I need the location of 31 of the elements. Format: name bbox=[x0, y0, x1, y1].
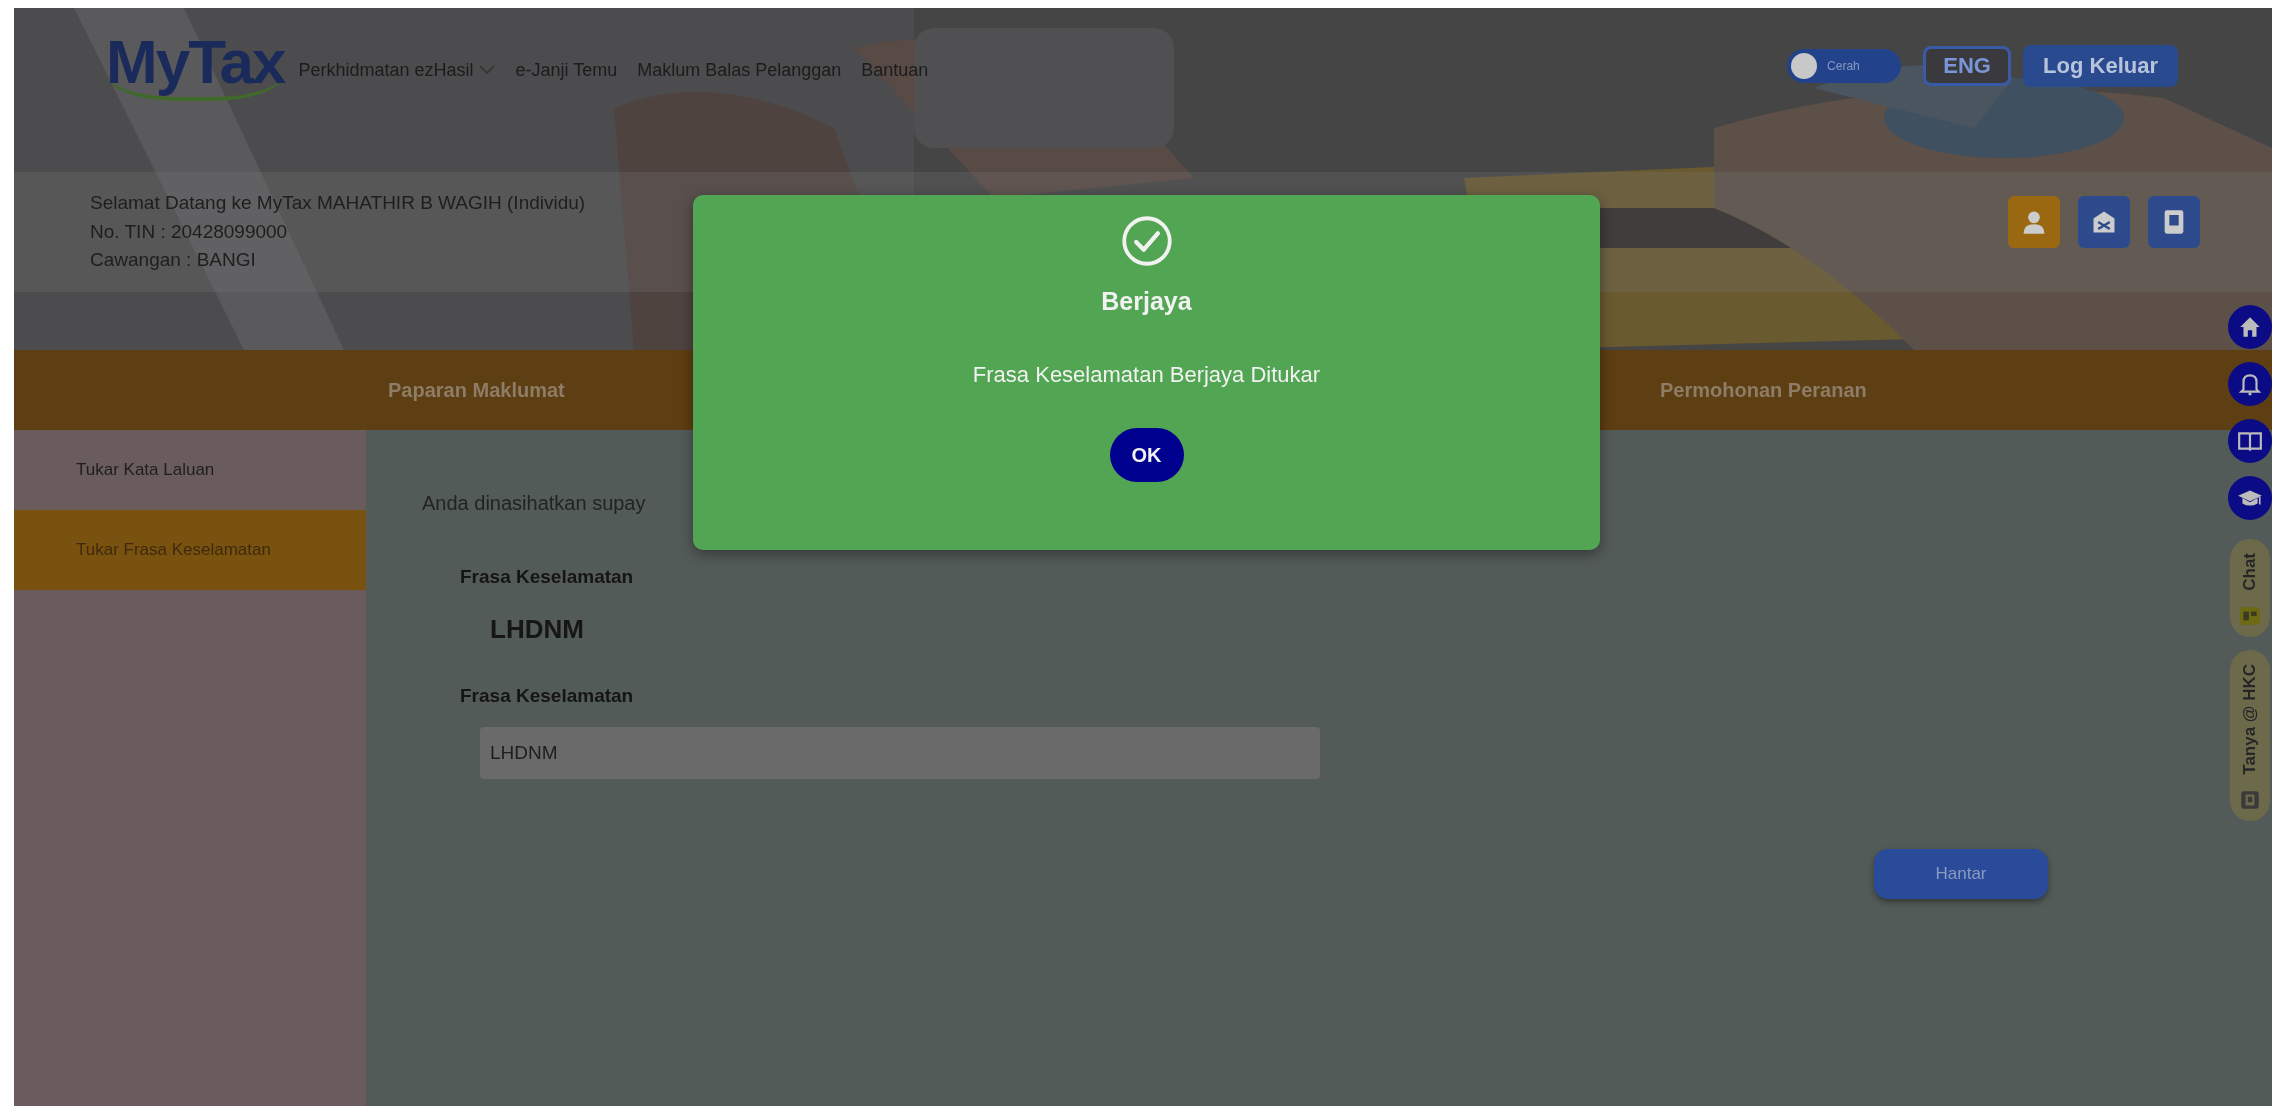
profile-button[interactable] bbox=[2008, 196, 2060, 248]
dialog-title: Berjaya bbox=[1101, 287, 1192, 316]
mail-button[interactable] bbox=[2078, 196, 2130, 248]
chat-icon bbox=[2239, 604, 2261, 627]
mytax-logo[interactable]: MyTax bbox=[106, 31, 285, 101]
id-card-icon bbox=[2239, 788, 2261, 811]
main-menu-tab[interactable]: Permohonan Peranan bbox=[1660, 378, 1867, 402]
sidebar-item[interactable]: Tukar Frasa Keselamatan bbox=[14, 510, 366, 590]
tin-text: No. TIN : 20428099000 bbox=[90, 219, 289, 244]
submit-button[interactable]: Hantar bbox=[1874, 849, 2048, 899]
language-button[interactable]: ENG bbox=[1923, 46, 2012, 86]
current-phrase: LHDNM bbox=[490, 614, 584, 645]
notice-text: Anda dinasihatkan supay bbox=[422, 492, 646, 516]
phrase-input[interactable]: LHDNM bbox=[480, 727, 1320, 779]
nav-link[interactable]: Bantuan bbox=[861, 59, 929, 81]
welcome-text: Selamat Datang ke MyTax MAHATHIR B WAGIH (Individu) bbox=[90, 191, 586, 216]
theme-toggle[interactable]: Cerah bbox=[1787, 49, 1902, 83]
chat-tab[interactable]: Chat bbox=[2230, 539, 2270, 637]
branch-text: Cawangan : BANGI bbox=[90, 248, 257, 273]
sidebar-item[interactable]: Tukar Kata Laluan bbox=[14, 430, 366, 510]
main-menu-tab[interactable]: Paparan Maklumat bbox=[388, 378, 565, 402]
field-label: Frasa Keselamatan bbox=[460, 685, 634, 707]
field-label: Frasa Keselamatan bbox=[460, 566, 634, 588]
document-button[interactable] bbox=[2148, 196, 2200, 248]
bell-icon bbox=[2237, 371, 2263, 397]
check-circle-icon bbox=[1120, 215, 1173, 267]
help-tab[interactable]: Tanya @ HKC bbox=[2230, 649, 2270, 821]
logout-button[interactable]: Log Keluar bbox=[2023, 45, 2178, 87]
ok-button[interactable]: OK bbox=[1109, 428, 1184, 482]
dialog-message: Frasa Keselamatan Berjaya Ditukar bbox=[972, 362, 1321, 388]
chevron-down-icon bbox=[479, 65, 496, 75]
